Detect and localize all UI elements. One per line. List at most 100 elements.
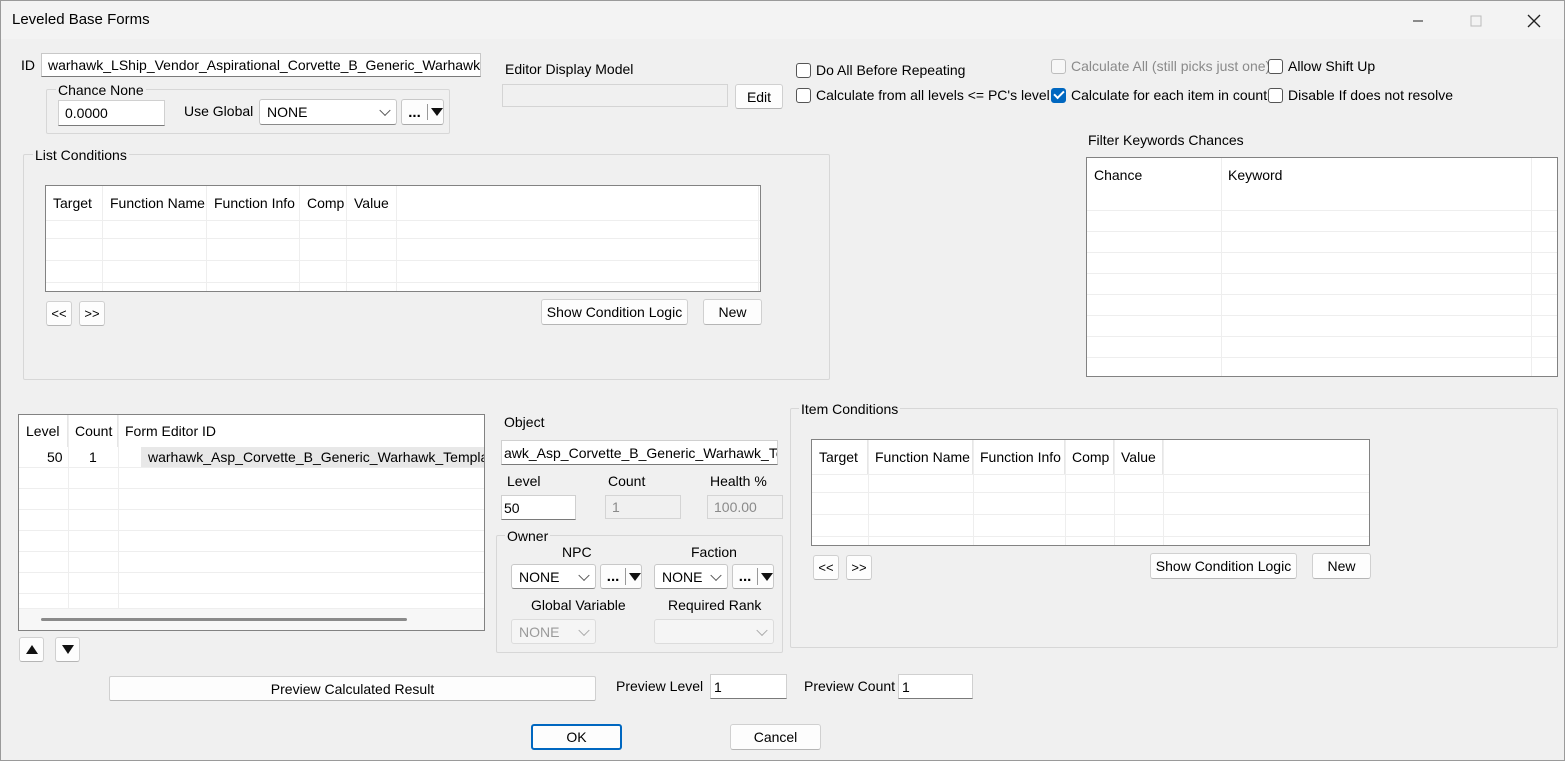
dropdown-arrow-icon: [629, 572, 641, 581]
list-conditions-table[interactable]: Target Function Name Function Info Comp …: [45, 185, 761, 292]
list-conditions-group-title: List Conditions: [33, 147, 129, 163]
maximize-icon: [1470, 15, 1482, 27]
npc-label: NPC: [562, 544, 592, 560]
faction-select[interactable]: NONE: [654, 564, 728, 589]
do-all-before-repeating-checkbox[interactable]: Do All Before Repeating: [796, 62, 965, 78]
npc-value: NONE: [519, 568, 560, 585]
calc-each-item-checkbox[interactable]: Calculate for each item in count: [1051, 87, 1267, 103]
checkmark-icon: [1051, 87, 1066, 103]
column-header[interactable]: Target: [812, 440, 868, 474]
preview-count-input[interactable]: 1: [898, 674, 973, 699]
object-level-input[interactable]: 50: [501, 495, 576, 520]
entry-level: 50: [47, 449, 63, 465]
editor-display-model-input: [502, 84, 728, 107]
entry-form-id: warhawk_Asp_Corvette_B_Generic_Warhawk_T…: [141, 447, 484, 467]
entries-table[interactable]: Level Count Form Editor ID 50 1 warhawk_…: [18, 414, 485, 631]
arrow-up-icon: [25, 645, 38, 654]
object-level-label: Level: [507, 473, 541, 489]
item-conditions-prev-button[interactable]: <<: [813, 555, 839, 580]
preview-level-input[interactable]: 1: [710, 674, 787, 699]
ellipsis-icon: ...: [738, 568, 752, 585]
checkbox-icon: [1268, 87, 1283, 103]
faction-label: Faction: [691, 544, 737, 560]
title-bar: Leveled Base Forms: [1, 1, 1564, 39]
list-conditions-next-button[interactable]: >>: [79, 301, 105, 326]
move-down-button[interactable]: [55, 637, 80, 662]
move-up-button[interactable]: [19, 637, 44, 662]
item-conditions-next-button[interactable]: >>: [846, 555, 872, 580]
column-header[interactable]: Chance: [1087, 158, 1221, 192]
required-rank-select: [654, 619, 774, 644]
column-header[interactable]: Form Editor ID: [118, 415, 478, 447]
item-conditions-group-title: Item Conditions: [799, 401, 901, 417]
item-conditions-header: Target Function Name Function Info Comp …: [812, 440, 1163, 474]
chevron-down-icon: [578, 624, 590, 636]
column-header[interactable]: Level: [19, 415, 68, 447]
use-global-label: Use Global: [184, 103, 254, 119]
chance-none-group-title: Chance None: [56, 82, 146, 98]
close-button[interactable]: [1511, 7, 1557, 35]
global-variable-value: NONE: [519, 623, 560, 640]
column-header[interactable]: Function Name: [103, 186, 207, 220]
dropdown-arrow-icon: [431, 108, 443, 116]
editor-display-model-label: Editor Display Model: [505, 61, 634, 77]
scrollbar-thumb[interactable]: [41, 618, 407, 621]
column-header[interactable]: Target: [46, 186, 103, 220]
faction-picker-button[interactable]: ...: [732, 564, 774, 589]
health-input: 100.00: [707, 495, 783, 519]
column-header[interactable]: Count: [68, 415, 118, 447]
object-count-label: Count: [608, 473, 646, 489]
column-header[interactable]: Comp: [1065, 440, 1114, 474]
horizontal-scrollbar[interactable]: [19, 608, 484, 630]
edit-model-button[interactable]: Edit: [735, 84, 783, 109]
use-global-select[interactable]: NONE: [259, 99, 397, 125]
filter-keywords-label: Filter Keywords Chances: [1088, 132, 1244, 148]
allow-shift-up-checkbox[interactable]: Allow Shift Up: [1268, 58, 1375, 74]
id-input[interactable]: warhawk_LShip_Vendor_Aspirational_Corvet…: [41, 53, 481, 77]
entries-header: Level Count Form Editor ID: [19, 415, 478, 447]
list-show-condition-logic-button[interactable]: Show Condition Logic: [541, 299, 688, 325]
preview-calculated-result-button[interactable]: Preview Calculated Result: [109, 676, 596, 701]
cancel-button[interactable]: Cancel: [730, 724, 821, 750]
list-conditions-header: Target Function Name Function Info Comp …: [46, 186, 397, 220]
column-header[interactable]: Value: [1114, 440, 1163, 474]
object-label: Object: [504, 414, 545, 430]
npc-picker-button[interactable]: ...: [600, 564, 642, 589]
preview-count-label: Preview Count: [804, 678, 896, 694]
use-global-picker-button[interactable]: ...: [401, 99, 444, 125]
table-row[interactable]: 50 1 warhawk_Asp_Corvette_B_Generic_Warh…: [19, 447, 484, 467]
minimize-icon: [1413, 20, 1423, 22]
minimize-button[interactable]: [1395, 7, 1441, 35]
npc-select[interactable]: NONE: [511, 564, 596, 589]
item-new-condition-button[interactable]: New: [1312, 553, 1371, 579]
faction-value: NONE: [662, 568, 703, 585]
list-conditions-prev-button[interactable]: <<: [46, 301, 72, 326]
column-header[interactable]: Keyword: [1221, 158, 1531, 192]
leveled-base-forms-window: Leveled Base Forms ID warhawk_LShip_Vend…: [0, 0, 1565, 761]
item-conditions-table[interactable]: Target Function Name Function Info Comp …: [811, 439, 1370, 546]
ellipsis-icon: ...: [606, 568, 620, 585]
chevron-down-icon: [379, 104, 391, 117]
list-new-condition-button[interactable]: New: [703, 299, 762, 325]
object-input[interactable]: awk_Asp_Corvette_B_Generic_Warhawk_Ten: [501, 440, 778, 465]
calculate-all-checkbox: Calculate All (still picks just one): [1051, 58, 1270, 74]
maximize-button: [1453, 7, 1499, 35]
column-header[interactable]: Value: [347, 186, 397, 220]
chance-none-input[interactable]: 0.0000: [58, 100, 165, 126]
close-icon: [1527, 14, 1541, 28]
disable-if-not-resolve-checkbox[interactable]: Disable If does not resolve: [1268, 87, 1453, 103]
chevron-down-icon: [710, 569, 722, 581]
column-header[interactable]: Comp: [300, 186, 347, 220]
arrow-down-icon: [61, 645, 74, 654]
column-header[interactable]: Function Info: [973, 440, 1065, 474]
filter-keywords-table[interactable]: Chance Keyword: [1086, 157, 1558, 377]
filter-keywords-header: Chance Keyword: [1087, 158, 1531, 192]
entry-count: 1: [89, 449, 97, 465]
column-header[interactable]: Function Info: [207, 186, 300, 220]
column-header[interactable]: Function Name: [868, 440, 973, 474]
ok-button[interactable]: OK: [531, 724, 622, 750]
item-show-condition-logic-button[interactable]: Show Condition Logic: [1150, 553, 1297, 579]
window-title: Leveled Base Forms: [12, 11, 150, 28]
calc-all-levels-checkbox[interactable]: Calculate from all levels <= PC's level: [796, 87, 1050, 103]
required-rank-label: Required Rank: [668, 597, 762, 613]
